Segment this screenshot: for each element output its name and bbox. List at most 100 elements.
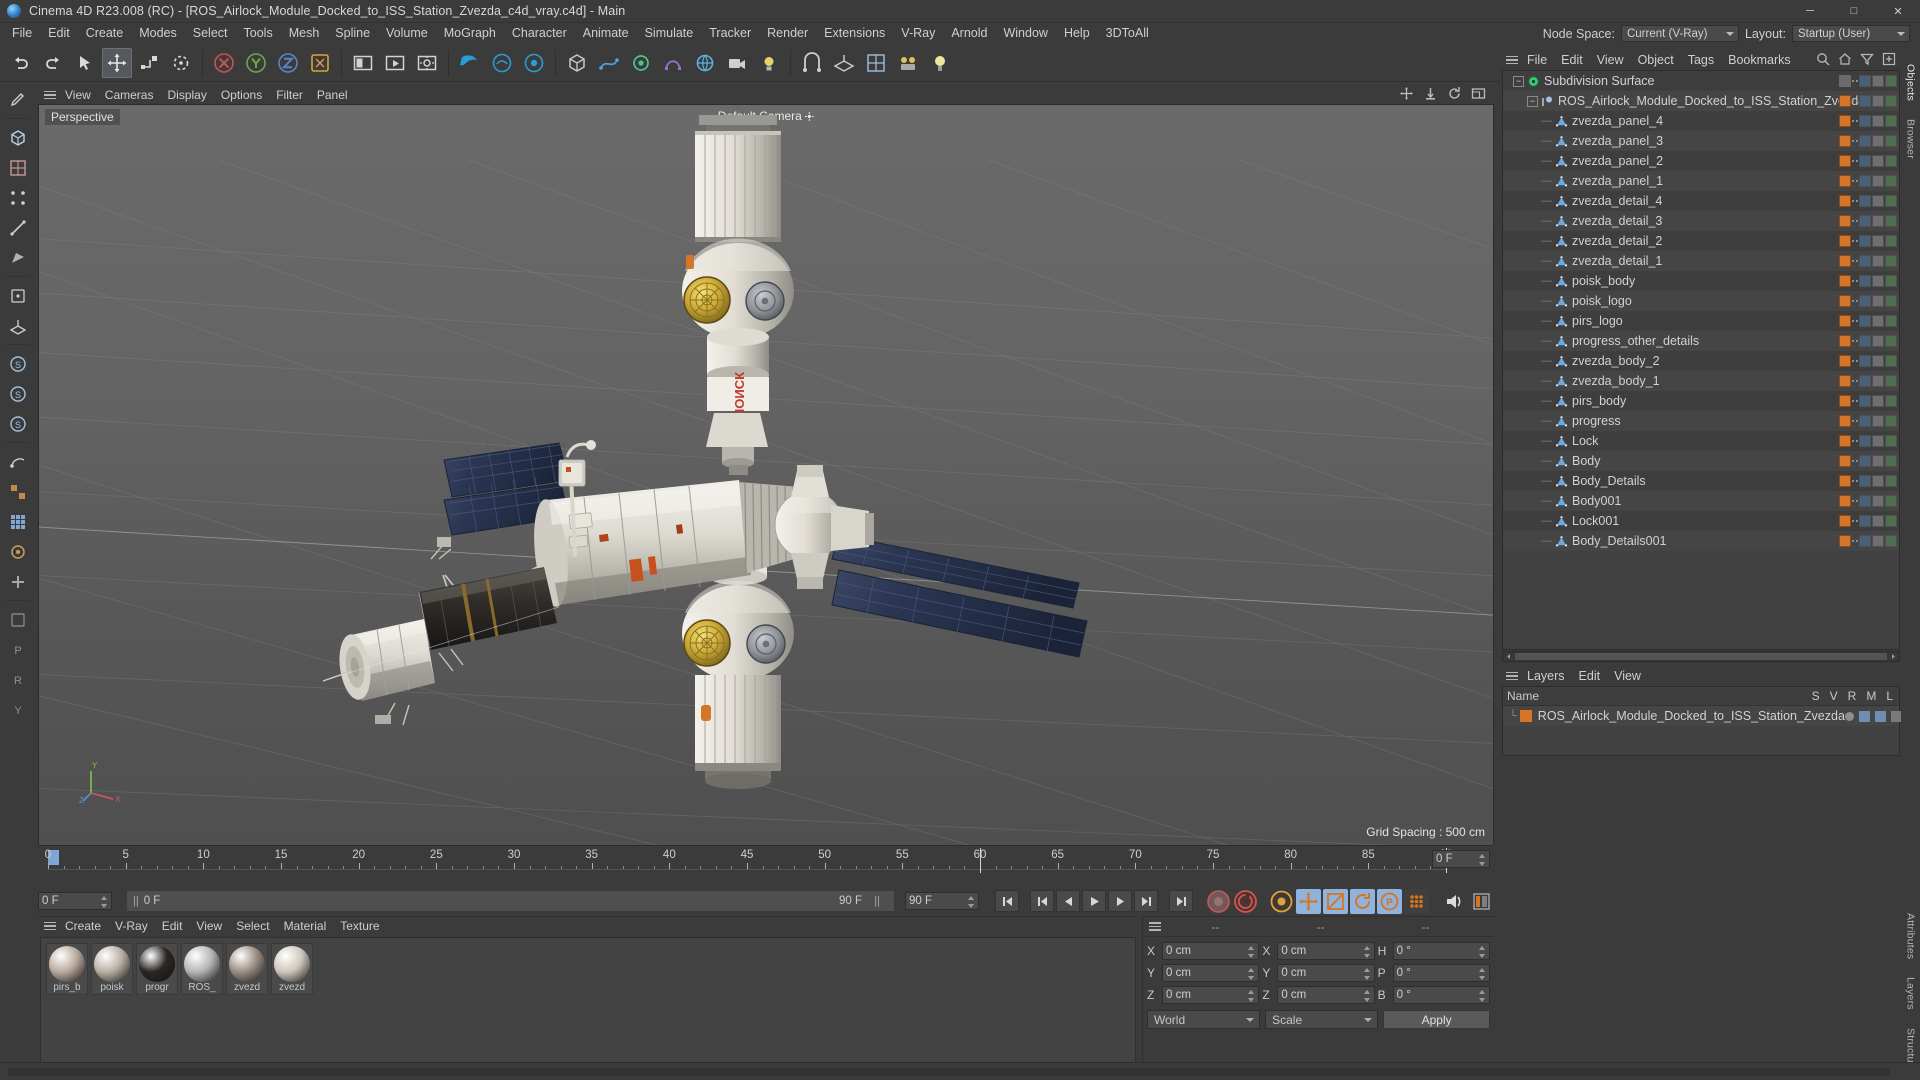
object-manager-row[interactable]: — Body001	[1503, 491, 1899, 511]
spinner-icon[interactable]	[1363, 990, 1372, 1002]
visibility-dots-icon[interactable]	[1852, 360, 1858, 362]
tab-attributes[interactable]: Attributes	[1903, 905, 1919, 967]
add-camera-button[interactable]	[722, 48, 752, 78]
preset-y-button[interactable]: Y	[3, 695, 32, 724]
add-object-button[interactable]	[3, 567, 32, 596]
object-manager-row[interactable]: — zvezda_panel_4	[1503, 111, 1899, 131]
coordinate-system-select[interactable]: World	[1147, 1010, 1261, 1029]
object-manager-row[interactable]: — Body_Details	[1503, 471, 1899, 491]
texture-tag-icon[interactable]	[1885, 475, 1897, 487]
lock-x-axis-button[interactable]	[209, 48, 239, 78]
material-tag-icon[interactable]	[1839, 275, 1851, 287]
add-environment-button[interactable]	[690, 48, 720, 78]
render-settings-button[interactable]	[412, 48, 442, 78]
node-space-select[interactable]: Current (V-Ray)	[1620, 25, 1739, 42]
material-menu-view[interactable]: View	[189, 917, 229, 935]
menu-tools[interactable]: Tools	[236, 23, 281, 44]
visibility-dots-icon[interactable]	[1852, 460, 1858, 462]
add-cube-button[interactable]	[562, 48, 592, 78]
visibility-dots-icon[interactable]	[1852, 420, 1858, 422]
enable-axis-button[interactable]: S	[3, 349, 32, 378]
visibility-dots-icon[interactable]	[1852, 500, 1858, 502]
texture-tag-icon[interactable]	[1885, 315, 1897, 327]
visibility-dots-icon[interactable]	[1852, 180, 1858, 182]
material-menu-create[interactable]: Create	[58, 917, 108, 935]
size-y-input[interactable]: 0 cm	[1277, 964, 1375, 982]
play-button[interactable]	[1082, 890, 1106, 912]
material-tag-icon[interactable]	[1839, 335, 1851, 347]
rotate-view-icon[interactable]	[1447, 86, 1462, 104]
visibility-dots-icon[interactable]	[1852, 400, 1858, 402]
visibility-dots-icon[interactable]	[1852, 440, 1858, 442]
record-active-objects-button[interactable]	[1206, 889, 1231, 914]
object-manager-row[interactable]: − ROS_Airlock_Module_Docked_to_ISS_Statio…	[1503, 91, 1899, 111]
viewport-menu-options[interactable]: Options	[214, 86, 269, 104]
layers-menu-edit[interactable]: Edit	[1572, 666, 1608, 686]
texture-tag-icon[interactable]	[1885, 175, 1897, 187]
texture-tag-icon[interactable]	[1885, 75, 1897, 87]
uv-tag-icon[interactable]	[1859, 295, 1871, 307]
edge-mode-button[interactable]	[3, 213, 32, 242]
coordinates-menu-icon[interactable]	[1147, 918, 1163, 936]
material-menu-vray[interactable]: V-Ray	[108, 917, 155, 935]
add-deformer-button[interactable]	[658, 48, 688, 78]
spinner-icon[interactable]	[1363, 946, 1372, 958]
menu-extensions[interactable]: Extensions	[816, 23, 893, 44]
rotation-b-input[interactable]: 0 °	[1392, 986, 1490, 1004]
scrollbar-thumb[interactable]	[1515, 653, 1887, 660]
layer-render-toggle[interactable]	[1874, 710, 1886, 722]
texture-mode-button[interactable]	[3, 153, 32, 182]
visibility-dots-icon[interactable]	[1852, 80, 1858, 82]
layers-row[interactable]: └ ROS_Airlock_Module_Docked_to_ISS_Stati…	[1503, 706, 1918, 726]
menu-volume[interactable]: Volume	[378, 23, 436, 44]
object-manager-row[interactable]: — Body	[1503, 451, 1899, 471]
texture-tag-icon[interactable]	[1885, 275, 1897, 287]
material-item[interactable]: progr	[136, 943, 178, 995]
filter-icon[interactable]	[1860, 52, 1874, 69]
edit-tag-icon[interactable]	[1839, 75, 1851, 87]
texture-tag-icon[interactable]	[1885, 355, 1897, 367]
phong-tag-icon[interactable]	[1872, 535, 1884, 547]
phong-tag-icon[interactable]	[1872, 515, 1884, 527]
object-manager-row[interactable]: — poisk_logo	[1503, 291, 1899, 311]
object-manager-row[interactable]: — zvezda_panel_1	[1503, 171, 1899, 191]
uv-tag-icon[interactable]	[1859, 355, 1871, 367]
texture-tag-icon[interactable]	[1885, 135, 1897, 147]
layer-view-toggle[interactable]	[1858, 710, 1870, 722]
layout-select[interactable]: Startup (User)	[1792, 25, 1910, 42]
material-tag-icon[interactable]	[1839, 175, 1851, 187]
object-manager-row[interactable]: — zvezda_detail_3	[1503, 211, 1899, 231]
material-item[interactable]: zvezd	[226, 943, 268, 995]
step-forward-button[interactable]	[1108, 890, 1132, 912]
workplane-button[interactable]	[829, 48, 859, 78]
material-manager-menu-icon[interactable]	[42, 917, 58, 935]
visibility-dots-icon[interactable]	[1852, 540, 1858, 542]
object-manager-row[interactable]: — zvezda_body_2	[1503, 351, 1899, 371]
layer-solo-toggle[interactable]	[1844, 711, 1854, 721]
menu-vray[interactable]: V-Ray	[893, 23, 943, 44]
minimize-button[interactable]: ─	[1788, 0, 1832, 23]
quantize-button[interactable]: S	[3, 409, 32, 438]
object-manager-row[interactable]: — zvezda_body_1	[1503, 371, 1899, 391]
viewport-menu-cameras[interactable]: Cameras	[98, 86, 161, 104]
layer-color-swatch[interactable]	[1519, 710, 1532, 722]
menu-render[interactable]: Render	[759, 23, 816, 44]
uv-tag-icon[interactable]	[1859, 375, 1871, 387]
undo-button[interactable]	[6, 48, 36, 78]
add-bookmark-icon[interactable]	[1882, 52, 1896, 69]
spinner-icon[interactable]	[1478, 990, 1487, 1002]
material-tag-icon[interactable]	[1839, 215, 1851, 227]
scale-key-button[interactable]	[1323, 888, 1348, 914]
spinner-icon[interactable]	[968, 896, 976, 908]
material-menu-material[interactable]: Material	[277, 917, 334, 935]
phong-tag-icon[interactable]	[1872, 275, 1884, 287]
uv-tag-icon[interactable]	[1859, 515, 1871, 527]
visibility-dots-icon[interactable]	[1852, 260, 1858, 262]
texture-tag-icon[interactable]	[1885, 235, 1897, 247]
texture-tag-icon[interactable]	[1885, 335, 1897, 347]
add-generator-button[interactable]	[626, 48, 656, 78]
phong-tag-icon[interactable]	[1872, 295, 1884, 307]
uv-tag-icon[interactable]	[1859, 455, 1871, 467]
material-manager-body[interactable]: pirs_b poisk progr ROS_ zvezd zvezd	[40, 937, 1136, 1064]
phong-tag-icon[interactable]	[1872, 455, 1884, 467]
